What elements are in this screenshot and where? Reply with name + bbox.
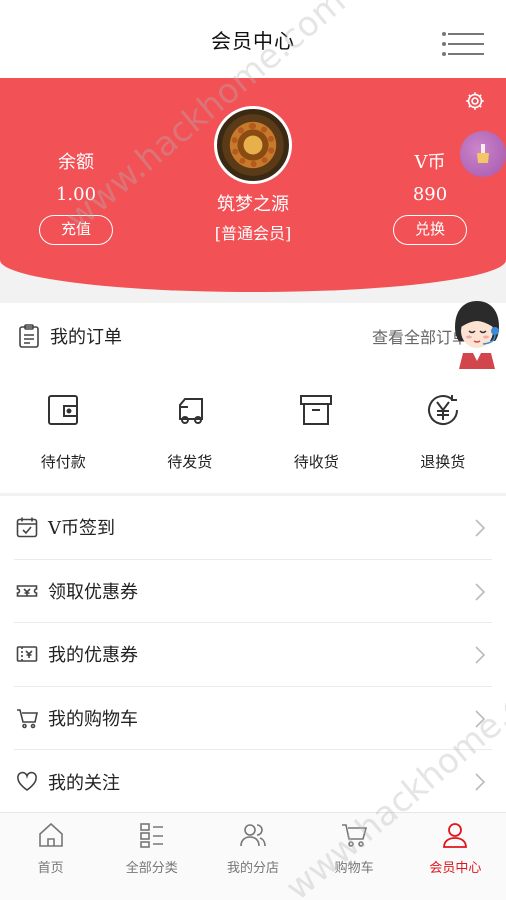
orders-header[interactable]: 我的订单 查看全部订单 [18, 321, 488, 351]
box-icon [300, 395, 333, 425]
menu-item-label: 我的关注 [48, 772, 120, 794]
member-banner: 余额 1.00 充值 筑梦之源 [普通会员] V币 890 兑换 [0, 78, 506, 292]
user-icon [443, 823, 468, 848]
tab-label: 首页 [37, 861, 64, 876]
users-icon [240, 824, 266, 847]
cart-icon [342, 824, 368, 847]
menu-item-label: 我的购物车 [48, 708, 138, 730]
chevron-right-icon [475, 519, 486, 537]
order-status-unpaid[interactable]: 待付款 [0, 391, 127, 472]
tab-home[interactable]: 首页 [0, 813, 101, 900]
chevron-right-icon [475, 582, 486, 601]
tab-cart[interactable]: 购物车 [304, 813, 405, 900]
chevron-right-icon [475, 709, 486, 728]
category-icon [139, 823, 163, 848]
tab-all-categories[interactable]: 全部分类 [101, 813, 202, 900]
tab-label: 全部分类 [125, 861, 178, 876]
order-status-returns[interactable]: 退换货 [380, 391, 506, 472]
home-icon [38, 822, 63, 847]
calendar-check-icon [16, 517, 38, 538]
exchange-button[interactable]: 兑换 [393, 215, 467, 245]
order-status-label: 待收货 [293, 453, 339, 471]
order-status-label: 待发货 [167, 453, 213, 471]
floating-clean-bubble[interactable] [460, 131, 506, 177]
tab-label: 购物车 [334, 861, 374, 876]
tab-my-branch[interactable]: 我的分店 [202, 813, 303, 900]
orders-title: 我的订单 [50, 327, 122, 348]
menu-item-my-follows[interactable]: 我的关注 [14, 750, 492, 814]
truck-icon [178, 398, 203, 424]
member-menu-list: V币签到 领取优惠券 我的优惠券 我的购物车 我的关注 [0, 496, 506, 812]
bottom-tab-bar: 首页 全部分类 我的分店 购物车 会员中心 [0, 812, 506, 900]
vcoin-label: V币 [414, 152, 446, 173]
vcoin-block: V币 890 兑换 [392, 148, 468, 245]
heart-icon [17, 771, 37, 791]
order-status-label: 待付款 [40, 453, 86, 471]
username: 筑梦之源 [217, 194, 289, 215]
order-status-to-ship[interactable]: 待发货 [127, 391, 254, 472]
recharge-button[interactable]: 充值 [39, 215, 113, 245]
brush-icon [477, 144, 489, 163]
order-list-icon [19, 324, 39, 348]
menu-item-my-coupons[interactable]: 我的优惠券 [14, 623, 492, 687]
page-title: 会员中心 [211, 28, 295, 53]
gear-icon[interactable] [464, 90, 486, 112]
chevron-right-icon [475, 646, 486, 664]
menu-item-label: V币签到 [48, 518, 115, 540]
tab-label: 我的分店 [226, 861, 279, 876]
balance-value: 1.00 [55, 184, 97, 205]
orders-section: 我的订单 查看全部订单 待付款 待发货 待收货 退换货 [0, 303, 506, 493]
yen-exchange-icon [427, 395, 458, 425]
tab-label: 会员中心 [429, 861, 482, 876]
menu-icon[interactable] [442, 32, 484, 57]
customer-service-agent-icon[interactable] [447, 297, 506, 369]
menu-item-label: 我的优惠券 [48, 645, 138, 667]
ticket-icon [16, 646, 38, 663]
menu-item-vcoin-checkin[interactable]: V币签到 [14, 496, 492, 560]
coupon-icon [16, 584, 38, 597]
menu-item-label: 领取优惠券 [48, 581, 138, 603]
app-header: 会员中心 [0, 0, 506, 78]
wallet-icon [48, 395, 79, 425]
member-level: [普通会员] [214, 224, 292, 243]
menu-item-my-cart[interactable]: 我的购物车 [14, 687, 492, 750]
balance-block: 余额 1.00 充值 [38, 148, 114, 245]
balance-label: 余额 [58, 152, 94, 173]
cart-icon [17, 708, 38, 729]
menu-item-get-coupons[interactable]: 领取优惠券 [14, 560, 492, 623]
order-status-row: 待付款 待发货 待收货 退换货 [0, 391, 506, 472]
order-status-to-receive[interactable]: 待收货 [253, 391, 380, 472]
order-status-label: 退换货 [420, 453, 466, 471]
chevron-right-icon [475, 773, 486, 791]
vcoin-value: 890 [412, 184, 448, 205]
tab-member-center[interactable]: 会员中心 [405, 813, 506, 900]
avatar[interactable] [214, 106, 292, 184]
